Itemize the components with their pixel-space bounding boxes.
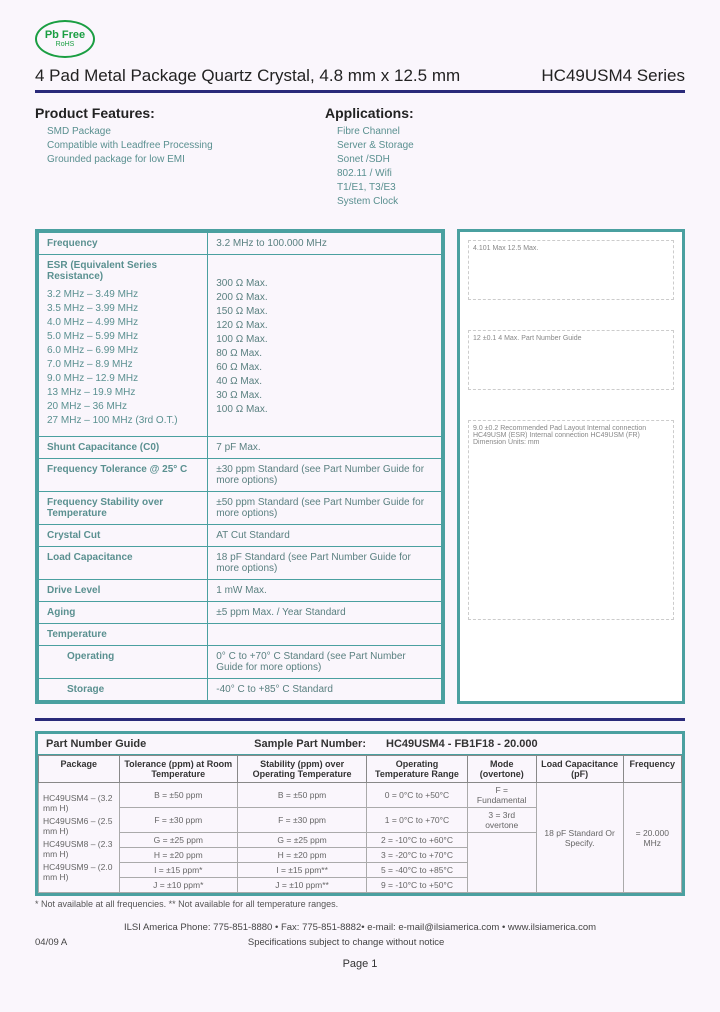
features-heading: Product Features:	[35, 105, 295, 121]
list-item: SMD Package	[47, 125, 295, 139]
col-header: Stability (ppm) over Operating Temperatu…	[238, 756, 367, 783]
table-row: Frequency Stability over Temperature±50 …	[39, 492, 442, 525]
applications-list: Fibre ChannelServer & StorageSonet /SDH8…	[325, 125, 525, 209]
list-item: Compatible with Leadfree Processing	[47, 139, 295, 153]
features-column: Product Features: SMD PackageCompatible …	[35, 105, 295, 209]
features-list: SMD PackageCompatible with Leadfree Proc…	[35, 125, 295, 167]
datasheet-page: Pb Free RoHS 4 Pad Metal Package Quartz …	[0, 0, 720, 1012]
table-row: Crystal CutAT Cut Standard	[39, 525, 442, 547]
table-row: Drive Level1 mW Max.	[39, 580, 442, 602]
list-item: 802.11 / Wifi	[337, 167, 525, 181]
table-row: Frequency Tolerance @ 25° C±30 ppm Stand…	[39, 459, 442, 492]
footer: ILSI America Phone: 775-851-8880 • Fax: …	[35, 921, 685, 950]
col-header: Tolerance (ppm) at Room Temperature	[119, 756, 237, 783]
table-row: Load Capacitance18 pF Standard (see Part…	[39, 547, 442, 580]
col-header: Package	[39, 756, 120, 783]
footer-contact: ILSI America Phone: 775-851-8880 • Fax: …	[35, 921, 685, 934]
part-number-guide: Part Number Guide Sample Part Number: HC…	[35, 731, 685, 896]
features-applications-row: Product Features: SMD PackageCompatible …	[35, 105, 685, 209]
page-title: 4 Pad Metal Package Quartz Crystal, 4.8 …	[35, 66, 460, 86]
pn-title: Part Number Guide	[46, 738, 226, 750]
col-header: Load Capacitance (pF)	[536, 756, 623, 783]
list-item: Fibre Channel	[337, 125, 525, 139]
spec-table: Frequency3.2 MHz to 100.000 MHzESR (Equi…	[38, 232, 442, 701]
footnote: * Not available at all frequencies. ** N…	[35, 899, 685, 909]
mechanical-diagram: 4.101 Max 12.5 Max. 12 ±0.1 4 Max. Part …	[457, 229, 685, 704]
applications-column: Applications: Fibre ChannelServer & Stor…	[325, 105, 525, 209]
table-row: Operating0° C to +70° C Standard (see Pa…	[39, 646, 442, 679]
list-item: System Clock	[337, 195, 525, 209]
diagram-top-view: 4.101 Max 12.5 Max.	[468, 240, 674, 300]
table-row: HC49USM4 – (3.2 mm H)HC49USM6 – (2.5 mm …	[39, 783, 682, 808]
table-row: Frequency3.2 MHz to 100.000 MHz	[39, 233, 442, 255]
badge-sub: RoHS	[56, 41, 75, 48]
applications-heading: Applications:	[325, 105, 525, 121]
pn-sample-value: HC49USM4 - FB1F18 - 20.000	[366, 738, 538, 750]
main-layout: Frequency3.2 MHz to 100.000 MHzESR (Equi…	[35, 229, 685, 704]
list-item: Server & Storage	[337, 139, 525, 153]
diagram-pad-layout: 9.0 ±0.2 Recommended Pad Layout Internal…	[468, 420, 674, 620]
table-row: Aging±5 ppm Max. / Year Standard	[39, 602, 442, 624]
header-row: 4 Pad Metal Package Quartz Crystal, 4.8 …	[35, 66, 685, 86]
col-header: Mode (overtone)	[467, 756, 536, 783]
col-header: Frequency	[623, 756, 681, 783]
spec-table-container: Frequency3.2 MHz to 100.000 MHzESR (Equi…	[35, 229, 445, 704]
rev-label: 04/09 A	[35, 936, 67, 949]
table-header-row: PackageTolerance (ppm) at Room Temperatu…	[39, 756, 682, 783]
diag-label: 12 ±0.1 4 Max. Part Number Guide	[473, 335, 582, 342]
list-item: Grounded package for low EMI	[47, 153, 295, 167]
table-row: ESR (Equivalent Series Resistance)3.2 MH…	[39, 255, 442, 437]
footer-row2: 04/09 A Specifications subject to change…	[35, 936, 685, 949]
table-row: Storage-40° C to +85° C Standard	[39, 679, 442, 701]
notice: Specifications subject to change without…	[248, 936, 444, 949]
series-label: HC49USM4 Series	[541, 66, 685, 86]
pn-header: Part Number Guide Sample Part Number: HC…	[38, 734, 682, 755]
badge-main: Pb Free	[45, 30, 85, 41]
list-item: T1/E1, T3/E3	[337, 181, 525, 195]
list-item: Sonet /SDH	[337, 153, 525, 167]
pn-sample-label: Sample Part Number:	[226, 738, 366, 750]
pb-free-badge: Pb Free RoHS	[35, 20, 95, 58]
page-number: Page 1	[35, 958, 685, 970]
diagram-side-view: 12 ±0.1 4 Max. Part Number Guide	[468, 330, 674, 390]
divider	[35, 718, 685, 721]
table-row: Temperature	[39, 624, 442, 646]
pn-table: PackageTolerance (ppm) at Room Temperatu…	[38, 755, 682, 893]
table-row: Shunt Capacitance (C0)7 pF Max.	[39, 437, 442, 459]
spacer	[625, 936, 685, 949]
divider	[35, 90, 685, 93]
diag-label: 9.0 ±0.2 Recommended Pad Layout Internal…	[473, 425, 646, 446]
diag-label: 4.101 Max 12.5 Max.	[473, 245, 538, 252]
col-header: Operating Temperature Range	[367, 756, 468, 783]
